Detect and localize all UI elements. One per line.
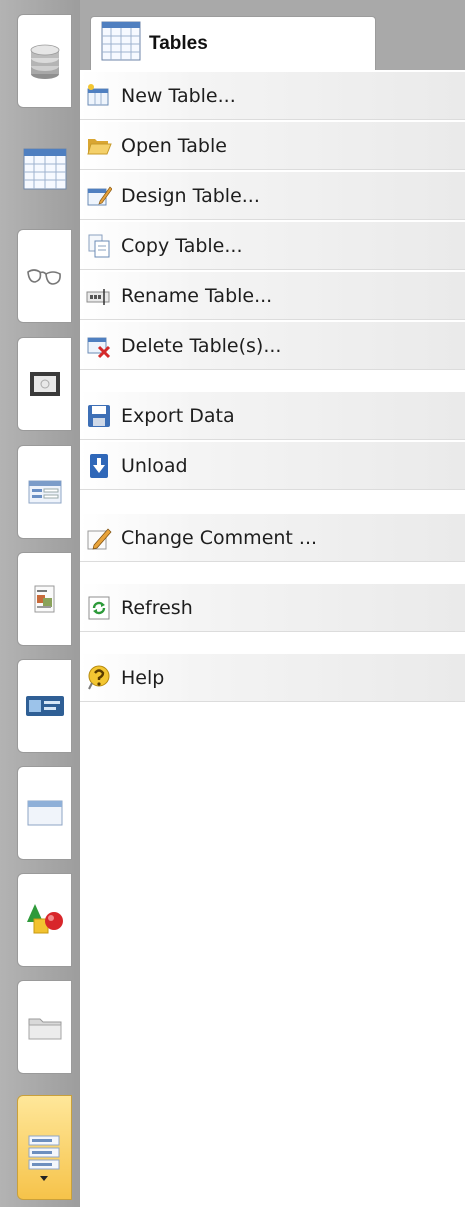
rename-icon [86,283,112,309]
refresh-icon [86,595,112,621]
form-icon [28,480,62,504]
menu-item-copy-table[interactable]: Copy Table... [80,222,465,270]
menu-item-label: Help [121,667,165,689]
panel-header: Tables [80,0,465,70]
menu-item-label: Change Comment ... [121,527,318,549]
tab-more[interactable] [17,1095,72,1200]
menu-item-label: New Table... [121,85,236,107]
help-icon [86,665,112,691]
menu-item-label: Export Data [121,405,235,427]
menu-item-label: Copy Table... [121,235,243,257]
tab-reports[interactable] [17,552,72,646]
menu-item-unload[interactable]: Unload [80,442,465,490]
design-table-icon [86,183,113,209]
tab-cards[interactable] [17,659,72,753]
card-icon [25,693,65,719]
menu-item-design-table[interactable]: Design Table... [80,172,465,220]
window-icon [27,800,63,826]
menu-item-export-data[interactable]: Export Data [80,392,465,440]
monitor-icon [29,371,61,397]
tab-tables[interactable] [17,122,72,216]
menu-item-rename-table[interactable]: Rename Table... [80,272,465,320]
menu-item-label: Delete Table(s)... [121,335,282,357]
shapes-icon [25,902,65,938]
vertical-tab-strip [0,0,80,1207]
table-grid-icon [23,148,67,190]
menu-item-delete-table[interactable]: Delete Table(s)... [80,322,465,370]
database-icon [28,40,62,82]
menu-item-help[interactable]: Help [80,654,465,702]
folder-open-icon [86,133,112,159]
menu-item-refresh[interactable]: Refresh [80,584,465,632]
menu-item-label: Design Table... [121,185,260,207]
glasses-icon [26,264,64,288]
menu-item-label: Open Table [121,135,227,157]
tab-windows[interactable] [17,766,72,860]
tab-views[interactable] [17,229,72,323]
menu-item-label: Rename Table... [121,285,273,307]
tables-panel: Tables New Table... Open Table Design Ta… [80,0,465,1207]
pencil-icon [86,525,112,551]
stacked-list-icon [27,1134,63,1188]
menu-item-label: Refresh [121,597,193,619]
new-table-icon [86,83,112,109]
delete-table-icon [86,333,112,359]
tab-monitor[interactable] [17,337,72,431]
folder-icon [27,1013,63,1041]
copy-icon [86,233,112,259]
tab-folder[interactable] [17,980,72,1074]
floppy-disk-icon [86,403,112,429]
report-icon [33,584,57,614]
menu-item-change-comment[interactable]: Change Comment ... [80,514,465,562]
menu-item-new-table[interactable]: New Table... [80,72,465,120]
unload-icon [86,453,112,479]
menu-item-label: Unload [121,455,188,477]
menu-item-open-table[interactable]: Open Table [80,122,465,170]
tab-shapes[interactable] [17,873,72,967]
panel-title-tab[interactable]: Tables [90,16,376,70]
tab-forms[interactable] [17,445,72,539]
panel-title: Tables [149,33,208,54]
table-grid-icon [101,21,141,65]
tab-database[interactable] [17,14,72,108]
